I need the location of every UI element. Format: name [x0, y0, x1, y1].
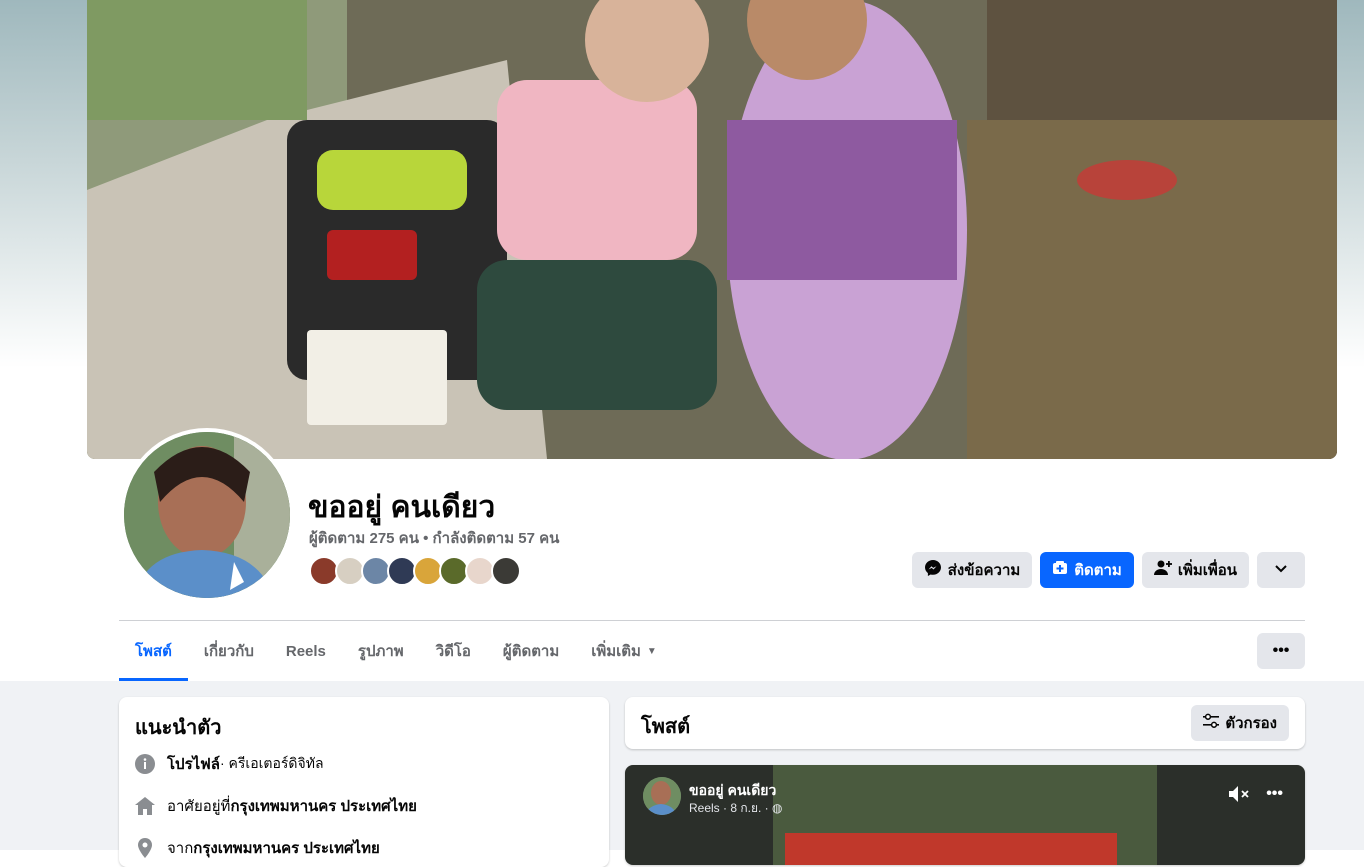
filter-icon	[1203, 713, 1220, 733]
intro-row-profile: โปรไฟล์ · ครีเอเตอร์ดิจิทัล	[135, 752, 324, 776]
tab-photos[interactable]: รูปภาพ	[342, 621, 420, 681]
reel-author-avatar[interactable]	[643, 777, 681, 815]
reel-controls: •••	[1228, 785, 1283, 808]
chevron-down-icon	[1274, 561, 1288, 579]
tab-followers[interactable]: ผู้ติดตาม	[487, 621, 575, 681]
intro-from-label: จาก	[167, 840, 194, 857]
message-button[interactable]: ส่งข้อความ	[911, 552, 1033, 588]
tab-label: ผู้ติดตาม	[502, 643, 560, 660]
tab-label: เกี่ยวกับ	[203, 643, 254, 660]
tab-label: วิดีโอ	[435, 643, 471, 660]
intro-row-from: จาก กรุงเทพมหานคร ประเทศไทย	[135, 836, 380, 860]
messenger-icon	[924, 559, 942, 581]
globe-icon: ◍	[772, 801, 783, 815]
profile-name: ขออยู่ คนเดียว	[308, 491, 496, 524]
posts-header-card: โพสต์ ตัวกรอง	[625, 697, 1305, 749]
tab-label: โพสต์	[135, 643, 172, 660]
intro-lives-value[interactable]: กรุงเทพมหานคร ประเทศไทย	[230, 794, 416, 818]
intro-title: แนะนำตัว	[135, 717, 222, 739]
reel-meta: Reels · 8 ก.ย. · ◍	[689, 799, 782, 818]
tab-posts[interactable]: โพสต์	[119, 621, 188, 681]
intro-card: แนะนำตัว โปรไฟล์ · ครีเอเตอร์ดิจิทัล อาศ…	[119, 697, 609, 867]
home-icon	[135, 796, 155, 816]
tab-about[interactable]: เกี่ยวกับ	[188, 621, 270, 681]
follow-button-label: ติดตาม	[1074, 562, 1122, 579]
caret-down-icon: ▼	[646, 645, 657, 657]
tab-label: เพิ่มเติม	[591, 643, 641, 660]
add-friend-button[interactable]: เพิ่มเพื่อน	[1141, 552, 1249, 588]
more-actions-button[interactable]	[1257, 552, 1305, 588]
follow-icon	[1052, 560, 1068, 580]
posts-title: โพสต์	[641, 716, 691, 738]
intro-row-lives-in: อาศัยอยู่ที่ กรุงเทพมหานคร ประเทศไทย	[135, 794, 417, 818]
reel-caption-banner	[785, 833, 1117, 865]
follower-avatar[interactable]	[491, 556, 521, 586]
tab-reels[interactable]: Reels	[270, 621, 342, 681]
tab-label: รูปภาพ	[357, 643, 404, 660]
tab-label: Reels	[285, 642, 326, 660]
location-icon	[135, 838, 155, 858]
more-options-icon[interactable]: •••	[1266, 785, 1283, 808]
intro-from-value[interactable]: กรุงเทพมหานคร ประเทศไทย	[193, 836, 379, 860]
tab-more[interactable]: เพิ่มเติม ▼	[575, 621, 673, 681]
reel-post-card[interactable]: ขออยู่ คนเดียว Reels · 8 ก.ย. · ◍ •••	[625, 765, 1305, 865]
follow-button[interactable]: ติดตาม	[1040, 552, 1134, 588]
info-icon	[135, 754, 155, 774]
more-dots-icon: •••	[1272, 642, 1290, 659]
reel-meta-text: Reels · 8 ก.ย. ·	[689, 801, 769, 815]
add-friend-button-label: เพิ่มเพื่อน	[1177, 562, 1237, 579]
profile-actions: ส่งข้อความ ติดตาม เพิ่มเพื่อน	[911, 552, 1305, 588]
filter-button-label: ตัวกรอง	[1225, 715, 1277, 732]
tabs-more-options-button[interactable]: •••	[1257, 633, 1305, 669]
intro-lives-label: อาศัยอยู่ที่	[167, 798, 231, 815]
message-button-label: ส่งข้อความ	[947, 562, 1021, 579]
followers-count[interactable]: ผู้ติดตาม 275 คน • กำลังติดตาม 57 คน	[309, 526, 559, 550]
add-friend-icon	[1153, 559, 1172, 581]
intro-profile-label: โปรไฟล์	[167, 756, 220, 773]
mute-icon[interactable]	[1228, 785, 1250, 808]
tab-videos[interactable]: วิดีโอ	[420, 621, 487, 681]
follower-avatars[interactable]	[309, 556, 521, 588]
intro-profile-value: · ครีเอเตอร์ดิจิทัล	[220, 755, 324, 771]
cover-photo[interactable]	[87, 0, 1337, 459]
filter-button[interactable]: ตัวกรอง	[1191, 705, 1289, 741]
profile-tabs: โพสต์ เกี่ยวกับ Reels รูปภาพ วิดีโอ ผู้ต…	[119, 621, 673, 681]
profile-avatar[interactable]	[120, 428, 294, 602]
